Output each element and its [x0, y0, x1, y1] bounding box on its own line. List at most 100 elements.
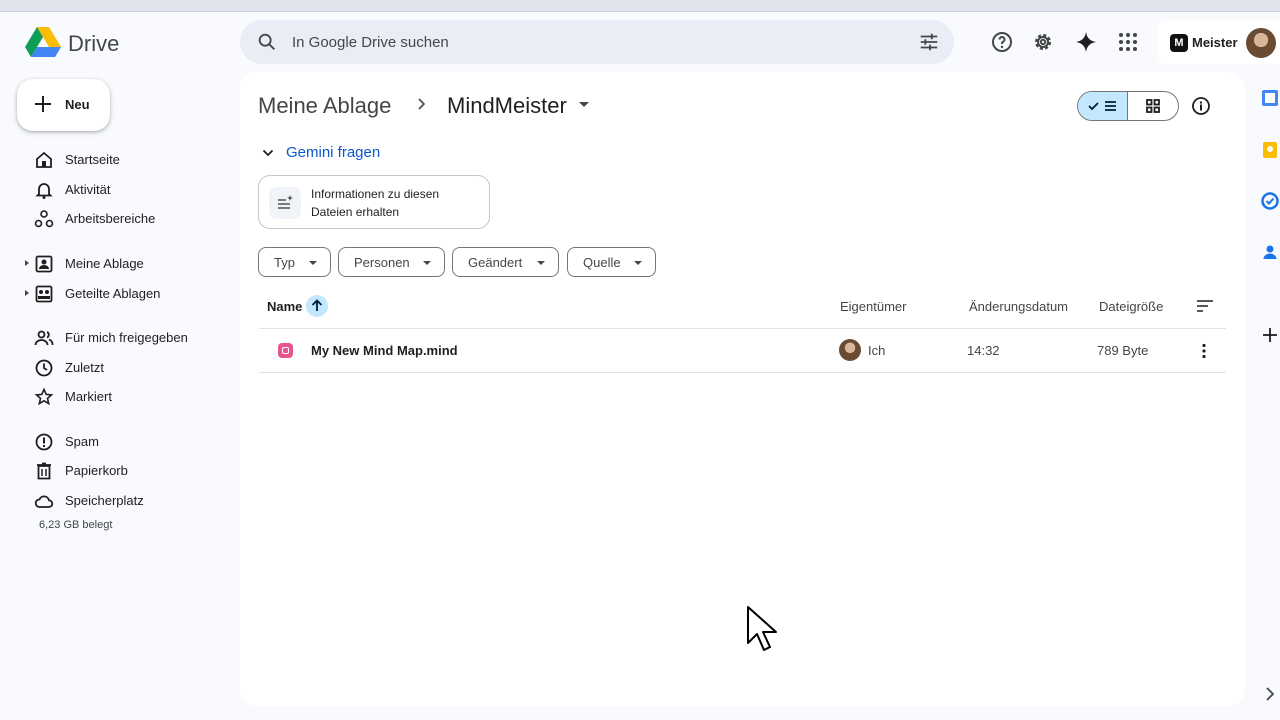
column-header-owner[interactable]: Eigentümer: [840, 299, 906, 314]
sidebar-item-label: Für mich freigegeben: [65, 330, 188, 345]
sidebar-item-label: Markiert: [65, 389, 112, 404]
file-size: 789 Byte: [1097, 343, 1149, 358]
app-name[interactable]: Drive: [68, 31, 119, 57]
sidebar-item-my-drive[interactable]: Meine Ablage: [16, 249, 226, 279]
chevron-down-icon: [262, 149, 274, 157]
column-header-modified[interactable]: Änderungsdatum: [969, 299, 1068, 314]
file-owner: Ich: [868, 343, 886, 358]
star-icon: [34, 387, 54, 406]
sidebar-item-shared-drives[interactable]: Geteilte Ablagen: [16, 279, 226, 309]
org-name: Meister: [1192, 35, 1238, 50]
info-icon[interactable]: [1190, 95, 1212, 117]
table-row[interactable]: My New Mind Map.mind Ich 14:32 789 Byte: [259, 329, 1226, 372]
expand-arrow-icon[interactable]: [25, 260, 29, 266]
drive-logo-icon[interactable]: [25, 27, 61, 57]
calendar-icon[interactable]: [1261, 89, 1279, 107]
gemini-suggestion-card[interactable]: Informationen zu diesen Dateien erhalten: [258, 175, 490, 229]
filter-source[interactable]: Quelle: [567, 247, 656, 277]
new-button-label: Neu: [65, 97, 90, 112]
bell-icon: [35, 183, 53, 199]
list-view-icon: [1088, 101, 1116, 111]
new-button[interactable]: Neu: [17, 79, 110, 131]
expand-arrow-icon[interactable]: [25, 290, 29, 296]
sidebar-item-label: Papierkorb: [65, 463, 128, 478]
sidebar-item-shared-with-me[interactable]: Für mich freigegeben: [16, 323, 226, 353]
filter-label: Geändert: [468, 255, 523, 270]
sidebar-item-label: Aktivität: [65, 182, 111, 197]
gemini-suggestion-text: Informationen zu diesen Dateien erhalten: [311, 187, 440, 219]
dropdown-caret-icon: [309, 261, 317, 265]
sidebar-item-label: Zuletzt: [65, 360, 105, 375]
my-drive-icon: [35, 255, 53, 273]
sidebar-item-label: Spam: [65, 434, 99, 449]
sidebar-item-label: Meine Ablage: [65, 256, 144, 271]
grid-view-icon: [1146, 99, 1160, 113]
add-addon-icon[interactable]: [1261, 326, 1279, 344]
filter-label: Quelle: [583, 255, 621, 270]
mindmap-file-icon: [278, 343, 293, 358]
grid-view-button[interactable]: [1128, 92, 1178, 120]
folder-menu-caret-icon[interactable]: [579, 102, 589, 107]
sidebar-item-home[interactable]: Startseite: [16, 145, 226, 175]
filter-people[interactable]: Personen: [338, 247, 445, 277]
storage-usage-text: 6,23 GB belegt: [39, 519, 113, 531]
search-options-icon[interactable]: [918, 31, 940, 53]
settings-gear-icon[interactable]: [1031, 30, 1055, 54]
filter-label: Personen: [354, 255, 410, 270]
search-bar[interactable]: [240, 20, 954, 64]
dropdown-caret-icon: [634, 261, 642, 265]
filter-type[interactable]: Typ: [258, 247, 331, 277]
contacts-icon[interactable]: [1261, 243, 1279, 261]
shared-drives-icon: [35, 285, 53, 303]
sidebar-item-label: Geteilte Ablagen: [65, 286, 161, 301]
search-icon[interactable]: [256, 31, 278, 53]
avatar[interactable]: [1246, 28, 1276, 58]
chevron-right-icon[interactable]: [1261, 685, 1279, 703]
gemini-toggle-label: Gemini fragen: [286, 144, 381, 161]
column-header-size[interactable]: Dateigröße: [1099, 299, 1163, 314]
help-icon[interactable]: [990, 30, 1014, 54]
view-toggle[interactable]: [1077, 91, 1179, 121]
sidebar-item-activity[interactable]: Aktivität: [16, 175, 226, 205]
breadcrumb-root[interactable]: Meine Ablage: [258, 93, 391, 119]
file-name: My New Mind Map.mind: [311, 343, 458, 358]
trash-icon: [37, 462, 51, 480]
main-content: Meine Ablage MindMeister Gemini fragen I…: [240, 72, 1245, 706]
filter-label: Typ: [274, 255, 295, 270]
keep-icon[interactable]: [1261, 141, 1279, 159]
meister-logo: M: [1170, 34, 1188, 52]
sidebar-item-spam[interactable]: Spam: [16, 427, 226, 457]
column-header-name[interactable]: Name: [267, 299, 302, 314]
sidebar-item-recent[interactable]: Zuletzt: [16, 353, 226, 383]
gemini-sparkle-icon[interactable]: [1074, 30, 1098, 54]
spam-icon: [35, 433, 53, 451]
summary-sparkle-icon: [269, 187, 301, 219]
sidebar-item-workspaces[interactable]: Arbeitsbereiche: [16, 204, 226, 234]
apps-grid-icon[interactable]: [1116, 30, 1140, 54]
workspaces-icon: [34, 210, 54, 228]
sort-options-icon[interactable]: [1196, 298, 1214, 314]
sidebar-item-starred[interactable]: Markiert: [16, 382, 226, 412]
sidebar-item-trash[interactable]: Papierkorb: [16, 456, 226, 486]
cloud-icon: [34, 495, 54, 508]
people-icon: [34, 330, 54, 346]
search-input[interactable]: [292, 20, 892, 64]
dropdown-caret-icon: [423, 261, 431, 265]
tasks-icon[interactable]: [1261, 192, 1279, 210]
table-divider: [259, 372, 1226, 373]
sidebar-item-storage[interactable]: Speicherplatz: [16, 486, 226, 516]
filter-modified[interactable]: Geändert: [452, 247, 559, 277]
browser-tab-strip: [0, 0, 1280, 12]
dropdown-caret-icon: [537, 261, 545, 265]
home-icon: [36, 151, 52, 168]
clock-icon: [35, 359, 53, 377]
account-switcher[interactable]: M Meister: [1158, 20, 1280, 64]
chevron-right-icon: [418, 98, 426, 110]
list-view-button[interactable]: [1078, 92, 1128, 120]
owner-avatar: [839, 339, 861, 361]
sort-ascending-icon[interactable]: [306, 295, 328, 317]
more-vert-icon[interactable]: [1194, 341, 1214, 361]
sidebar-item-label: Speicherplatz: [65, 493, 144, 508]
sidebar-item-label: Arbeitsbereiche: [65, 211, 156, 226]
breadcrumb-current-folder[interactable]: MindMeister: [447, 93, 567, 119]
